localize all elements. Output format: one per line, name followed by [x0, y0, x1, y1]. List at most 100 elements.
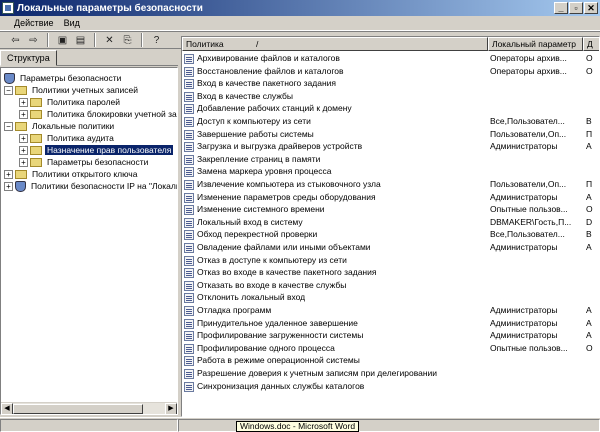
tree-item-local-policies[interactable]: − Локальные политики — [4, 120, 116, 132]
tree-item-account-policies[interactable]: − Политики учетных записей — [4, 84, 140, 96]
table-row[interactable]: Вход в качестве пакетного задания — [182, 78, 599, 90]
policy-icon — [184, 142, 194, 153]
export-list-icon[interactable]: ⎘ — [120, 33, 135, 47]
show-tree-icon[interactable]: ▤ — [73, 33, 88, 47]
policy-list: Политика / Локальный параметр Д Архивиро… — [181, 36, 600, 417]
menu-view[interactable]: Вид — [64, 18, 80, 28]
table-row[interactable]: Изменение параметров среды оборудования А… — [182, 191, 599, 204]
folder-icon — [30, 109, 42, 119]
table-row[interactable]: Отклонить локальный вход — [182, 292, 599, 304]
tree-item-audit-policy[interactable]: + Политика аудита — [19, 132, 116, 144]
table-row[interactable]: Извлечение компьютера из стыковочного уз… — [182, 179, 599, 191]
policy-name: Разрешение доверия к учетным записям при… — [197, 368, 438, 378]
table-row[interactable]: Отказ в доступе к компьютеру из сети — [182, 255, 599, 267]
tree-item-public-key-policies[interactable]: + Политики открытого ключа — [4, 168, 139, 180]
policy-icon — [184, 192, 194, 203]
local-setting: Операторы архив... — [490, 53, 567, 63]
policy-name: Изменение системного времени — [197, 204, 325, 215]
help-icon[interactable]: ? — [149, 33, 164, 47]
mmc-app-icon[interactable] — [2, 2, 14, 14]
restore-button[interactable]: ▫ — [569, 2, 583, 14]
tab-structure[interactable]: Структура — [0, 50, 57, 66]
table-row[interactable]: Архивирование файлов и каталогов Оператор… — [182, 53, 599, 65]
table-row[interactable]: Изменение системного времени Опытные поль… — [182, 204, 599, 216]
policy-name: Обход перекрестной проверки — [197, 229, 318, 240]
back-icon[interactable]: ⇦ — [8, 33, 23, 47]
policy-name: Архивирование файлов и каталогов — [197, 53, 340, 63]
table-row[interactable]: Обход перекрестной проверки Все,Пользоват… — [182, 229, 599, 241]
table-row[interactable]: Овладение файлами или иными объектами Адм… — [182, 242, 599, 254]
table-row[interactable]: Доступ к компьютеру из сети Все,Пользоват… — [182, 116, 599, 128]
policy-icon — [184, 217, 194, 228]
table-row[interactable]: Отладка программ Администраторы А — [182, 305, 599, 317]
expand-toggle[interactable]: + — [19, 133, 28, 143]
policy-name: Работа в режиме операционной системы — [197, 355, 360, 366]
local-setting: Пользователи,Оп... — [490, 179, 567, 189]
policy-name: Синхронизация данных службы каталогов — [197, 380, 365, 391]
table-row[interactable]: Восстановление файлов и каталогов Операто… — [182, 65, 599, 78]
tree-horizontal-scrollbar[interactable]: ◀ ▶ — [1, 402, 177, 414]
minimize-button[interactable]: _ — [554, 2, 568, 14]
scroll-left-icon[interactable]: ◀ — [1, 403, 13, 414]
sort-arrow-icon: / — [256, 39, 259, 49]
tree-item-password-policy[interactable]: + Политика паролей — [19, 96, 122, 108]
column-header-policy[interactable]: Политика / — [182, 37, 488, 51]
policy-icon — [184, 91, 194, 102]
tree-item-user-rights[interactable]: + Назначение прав пользователя — [19, 144, 174, 156]
policy-icon — [184, 243, 194, 253]
tree-item-security-options[interactable]: + Параметры безопасности — [19, 156, 150, 168]
table-row[interactable]: Профилирование загруженности системы Адми… — [182, 330, 599, 342]
table-row[interactable]: Добавление рабочих станций к домену — [182, 103, 599, 115]
scrollbar-thumb[interactable] — [13, 404, 143, 414]
effective-setting: О — [586, 342, 593, 353]
table-row[interactable]: Синхронизация данных службы каталогов — [182, 380, 599, 393]
table-row[interactable]: Вход в качестве службы — [182, 91, 599, 103]
tree-item-ip-security[interactable]: + Политики безопасности IP на "Локаль — [4, 180, 177, 192]
table-row[interactable]: Закрепление страниц в памяти — [182, 153, 599, 166]
collapse-toggle[interactable]: − — [4, 121, 13, 131]
policy-icon — [184, 356, 194, 367]
expand-toggle[interactable]: + — [19, 157, 28, 167]
expand-toggle[interactable]: + — [4, 181, 13, 191]
table-row[interactable]: Загрузка и выгрузка драйверов устройств А… — [182, 141, 599, 153]
policy-name: Отказать во входе в качестве службы — [197, 279, 347, 290]
table-row[interactable]: Локальный вход в систему DBMAKER\Гость,П.… — [182, 217, 599, 229]
table-row[interactable]: Завершение работы системы Пользователи,Оп… — [182, 129, 599, 141]
status-cell — [0, 419, 178, 432]
policy-icon — [184, 381, 194, 392]
effective-setting: А — [586, 191, 592, 202]
expand-toggle[interactable]: + — [19, 145, 28, 155]
policy-name: Закрепление страниц в памяти — [197, 153, 321, 164]
table-row[interactable]: Отказ во входе в качестве пакетного зада… — [182, 267, 599, 279]
folder-icon — [30, 133, 42, 143]
expand-toggle[interactable]: + — [19, 97, 28, 107]
policy-icon — [184, 293, 194, 304]
table-row[interactable]: Отказать во входе в качестве службы — [182, 279, 599, 292]
column-header-local-setting[interactable]: Локальный параметр — [488, 37, 583, 51]
collapse-toggle[interactable]: − — [4, 85, 13, 95]
folder-icon — [30, 97, 42, 107]
table-row[interactable]: Работа в режиме операционной системы — [182, 355, 599, 367]
column-header-effective[interactable]: Д — [583, 37, 599, 51]
effective-setting: О — [586, 65, 593, 76]
up-folder-icon[interactable]: ▣ — [55, 33, 70, 47]
policy-icon — [184, 268, 194, 279]
local-setting: Опытные пользов... — [490, 204, 568, 215]
table-row[interactable]: Замена маркера уровня процесса — [182, 166, 599, 178]
delete-icon[interactable]: ✕ — [102, 33, 117, 47]
effective-setting: А — [586, 330, 592, 341]
table-row[interactable]: Профилирование одного процесса Опытные по… — [182, 342, 599, 355]
local-setting: Администраторы — [490, 191, 558, 202]
expand-toggle[interactable]: + — [19, 109, 28, 119]
policy-icon — [184, 117, 194, 127]
policy-icon — [184, 154, 194, 165]
table-row[interactable]: Принудительное удаленное завершение Админ… — [182, 318, 599, 330]
expand-toggle[interactable]: + — [4, 169, 13, 179]
table-row[interactable]: Разрешение доверия к учетным записям при… — [182, 368, 599, 380]
forward-icon[interactable]: ⇨ — [26, 33, 41, 47]
tree-item-security-settings[interactable]: Параметры безопасности — [4, 72, 123, 84]
scroll-right-icon[interactable]: ▶ — [165, 403, 177, 414]
menu-action[interactable]: Действие — [14, 18, 54, 28]
close-button[interactable]: ✕ — [584, 2, 598, 14]
tree-item-lockout-policy[interactable]: + Политика блокировки учетной зап — [19, 108, 177, 120]
